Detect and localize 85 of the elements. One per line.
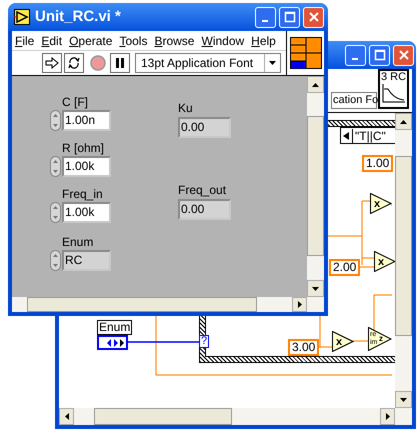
- increment-decrement-arrows[interactable]: [50, 156, 61, 177]
- arrow-icon: [45, 57, 59, 69]
- menu-item[interactable]: Operate: [69, 32, 112, 50]
- down-arrow-icon: [312, 286, 319, 290]
- control-label: Freq_in: [62, 188, 104, 201]
- circular-arrows-icon: [67, 56, 81, 70]
- scroll-thumb[interactable]: [27, 297, 257, 312]
- numeric-constant: 3.00: [288, 339, 320, 356]
- maximize-icon: [374, 49, 386, 61]
- close-button[interactable]: [393, 44, 414, 66]
- scroll-down-button[interactable]: [395, 391, 412, 408]
- horizontal-scrollbar[interactable]: [59, 408, 412, 425]
- increment-decrement-arrows[interactable]: [50, 202, 61, 223]
- scroll-up-button[interactable]: [307, 76, 324, 93]
- down-arrow-icon: [400, 398, 407, 402]
- run-continuously-button[interactable]: [64, 53, 84, 73]
- enum-field[interactable]: RC: [62, 250, 111, 271]
- numeric-constant: 1.00: [362, 155, 394, 172]
- numeric-field[interactable]: 1.00n: [62, 110, 111, 131]
- run-button[interactable]: [42, 53, 62, 73]
- multiply-node: x: [332, 331, 354, 352]
- scroll-right-button[interactable]: [380, 408, 395, 425]
- right-arrow-icon: [298, 301, 302, 308]
- pause-button[interactable]: [110, 53, 130, 73]
- scroll-thumb[interactable]: [94, 408, 232, 425]
- numeric-indicator: 0.00: [178, 199, 231, 220]
- maximize-icon: [284, 11, 296, 23]
- minimize-icon: [262, 20, 268, 22]
- scroll-right-button[interactable]: [292, 297, 307, 312]
- icon-label: 3 RC: [380, 71, 406, 83]
- connector-pane-icon: [290, 37, 322, 69]
- terminal-label: Enum: [97, 320, 132, 335]
- menu-item[interactable]: Tools: [119, 32, 148, 50]
- close-button[interactable]: [303, 6, 324, 28]
- close-icon: [398, 49, 410, 61]
- horizontal-scrollbar[interactable]: [12, 297, 324, 312]
- multiply-node: x: [374, 251, 395, 272]
- menu-item[interactable]: File: [15, 32, 34, 50]
- up-arrow-icon: [312, 82, 319, 86]
- right-arrow-icon: [386, 413, 390, 420]
- up-arrow-icon: [400, 120, 407, 124]
- case-selector-label: "T||C": [352, 128, 386, 142]
- minimize-button[interactable]: [345, 44, 366, 66]
- maximize-button[interactable]: [369, 44, 390, 66]
- left-right-arrows-icon: [106, 338, 124, 346]
- font-dropdown[interactable]: cation Fo: [331, 92, 377, 109]
- scroll-left-button[interactable]: [59, 408, 74, 425]
- numeric-field[interactable]: 1.00k: [62, 202, 111, 223]
- stop-icon: [90, 55, 106, 71]
- close-icon: [308, 11, 320, 23]
- control-label: C [F]: [62, 96, 89, 109]
- menu-item[interactable]: Edit: [41, 32, 62, 50]
- scroll-thumb[interactable]: [395, 156, 412, 336]
- minimize-button[interactable]: [255, 6, 276, 28]
- left-arrow-icon: [64, 413, 68, 420]
- indicator-label: Ku: [178, 102, 194, 115]
- minimize-icon: [352, 58, 358, 60]
- dropdown-arrow-icon: [269, 61, 276, 65]
- window-title: Unit_RC.vi *: [35, 6, 122, 27]
- menu-item[interactable]: Help: [251, 32, 276, 50]
- vertical-scrollbar[interactable]: [307, 76, 324, 297]
- vi-run-icon: [14, 9, 30, 25]
- scroll-up-button[interactable]: [395, 113, 412, 130]
- case-selector[interactable]: "T||C": [340, 127, 395, 144]
- menu-item[interactable]: Window: [201, 32, 244, 50]
- enum-terminal[interactable]: [97, 335, 128, 350]
- control-label: R [ohm]: [62, 142, 106, 155]
- indicator-label: Freq_out: [178, 184, 228, 197]
- selector-terminal[interactable]: ?: [199, 335, 209, 348]
- vertical-scrollbar[interactable]: [395, 113, 412, 408]
- scroll-thumb[interactable]: [307, 116, 324, 256]
- numeric-constant: 2.00: [329, 259, 360, 276]
- menu-item[interactable]: Browse: [154, 32, 194, 50]
- numeric-indicator: 0.00: [178, 117, 231, 138]
- maximize-button[interactable]: [279, 6, 300, 28]
- scroll-down-button[interactable]: [307, 280, 324, 297]
- font-dropdown[interactable]: 13pt Application Font: [135, 53, 281, 73]
- increment-decrement-arrows[interactable]: [50, 110, 61, 131]
- pause-icon: [115, 58, 125, 68]
- decrement-arrow-icon: [343, 132, 349, 140]
- decay-curve-icon: [382, 83, 406, 103]
- increment-decrement-arrows[interactable]: [50, 250, 61, 271]
- numeric-field[interactable]: 1.00k: [62, 156, 111, 177]
- control-label: Enum: [62, 236, 94, 249]
- multiply-node: x: [370, 193, 392, 214]
